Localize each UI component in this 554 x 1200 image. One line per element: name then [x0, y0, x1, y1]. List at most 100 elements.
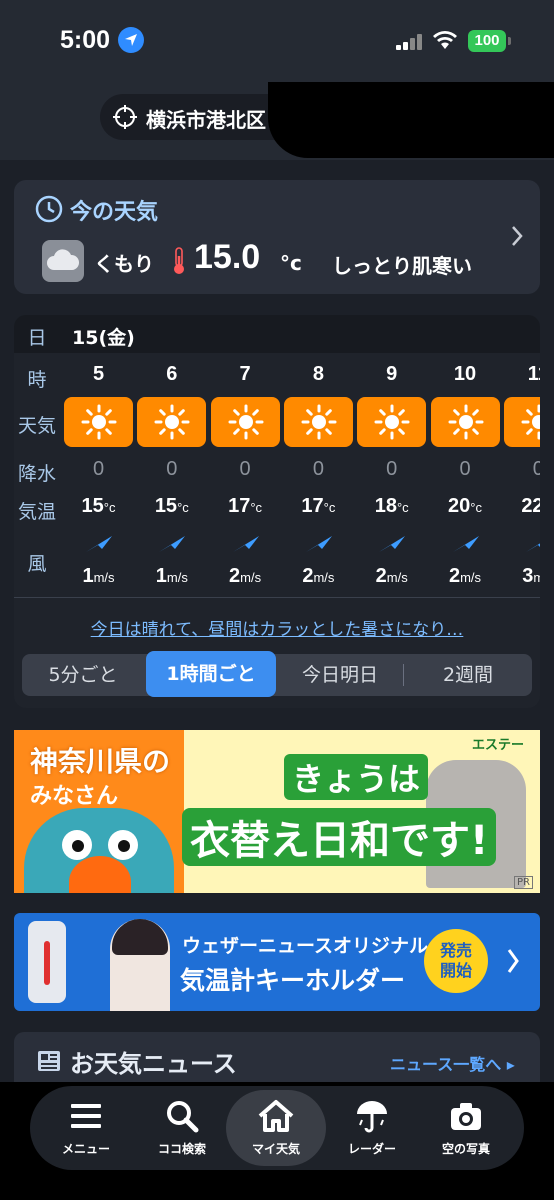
segment-1hour[interactable]: 1時間ごと: [146, 651, 276, 697]
tab-search[interactable]: ココ検索: [134, 1086, 230, 1170]
temperature-value: 17°c: [282, 495, 355, 518]
hour-label: 11: [527, 363, 540, 385]
precipitation-value: 0: [166, 458, 178, 480]
umbrella-icon: [357, 1101, 387, 1133]
hour-column: 9 0 18°c 2m/s: [355, 315, 428, 595]
segment-today-tomorrow[interactable]: 今日明日: [278, 654, 402, 696]
wind-speed-value: 1m/s: [62, 565, 135, 588]
hour-column: 6 0 15°c 1m/s: [135, 315, 208, 595]
tab-bar: メニュー ココ検索 マイ天気 レーダー 空の写真: [30, 1086, 524, 1170]
news-list-link[interactable]: ニュース一覧へ ▸: [390, 1051, 515, 1075]
temperature-number: 17: [301, 495, 324, 517]
sunny-icon: [137, 397, 207, 447]
ad-sub-text: みなさん: [30, 784, 119, 809]
temperature-unit: °c: [103, 500, 116, 515]
mascot-beak: [69, 856, 131, 893]
cloudy-icon: [42, 240, 84, 282]
wind-number: 2: [448, 565, 461, 587]
temperature-number: 15: [81, 495, 104, 517]
sunny-icon: [210, 397, 280, 447]
row-label-temp: 気温: [17, 501, 56, 523]
tab-my-weather[interactable]: マイ天気: [226, 1090, 326, 1166]
tab-label: マイ天気: [251, 1142, 300, 1156]
wind-number: 2: [375, 565, 387, 587]
chevron-right-icon: [510, 224, 524, 252]
wind-speed-value: 2m/s: [429, 565, 502, 588]
precipitation-value: 0: [239, 458, 251, 480]
row-label-wind: 風: [27, 553, 47, 575]
current-condition: くもり: [94, 252, 154, 276]
temperature-value: 15°c: [135, 495, 208, 518]
hour-label: 8: [312, 363, 324, 385]
precipitation-value: 0: [459, 458, 471, 480]
tab-menu[interactable]: メニュー: [38, 1086, 134, 1170]
tab-radar[interactable]: レーダー: [324, 1086, 420, 1170]
hour-label: 10: [453, 363, 477, 385]
temperature-unit: °c: [250, 500, 263, 515]
crosshair-icon: [112, 104, 138, 134]
mascot-image: [24, 808, 174, 893]
current-temperature-unit: °c: [280, 251, 302, 275]
sunny-icon: [503, 397, 540, 447]
ad-headline-1: きょうは: [284, 754, 429, 800]
newspaper-icon: [36, 1048, 62, 1078]
wind-number: 1: [155, 565, 167, 587]
bottom-navigation: メニュー ココ検索 マイ天気 レーダー 空の写真: [0, 1082, 554, 1200]
wind-direction-icon: [377, 533, 407, 559]
wind-unit: m/s: [386, 570, 408, 585]
row-label-hour: 時: [27, 369, 47, 391]
battery-tip: [508, 37, 511, 45]
current-weather-title: 今の天気: [70, 200, 159, 225]
wind-speed-value: 1m/s: [135, 565, 208, 588]
tab-sky-photos[interactable]: 空の写真: [418, 1086, 514, 1170]
hour-column: 5 0 15°c 1m/s: [62, 315, 135, 595]
sunny-icon: [283, 397, 353, 447]
wind-unit: m/s: [313, 570, 335, 585]
segment-5min[interactable]: 5分ごと: [22, 654, 144, 696]
segment-2weeks[interactable]: 2週間: [404, 654, 532, 696]
status-bar: 5:00 100: [0, 0, 554, 80]
location-arrow-icon: [118, 27, 144, 53]
brand-logo: エステー: [472, 738, 525, 753]
forecast-summary-link[interactable]: 今日は晴れて、昼間はカラッとした暑さになり…: [14, 615, 540, 640]
pr-badge: PR: [514, 876, 533, 889]
ad-banner-koromogae[interactable]: 神奈川県の みなさん エステー きょうは 衣替え日和です! PR: [14, 730, 540, 893]
temperature-number: 22: [521, 495, 540, 517]
thermometer-icon: [171, 246, 187, 280]
ad-headline-2: 衣替え日和です!: [182, 808, 497, 866]
temperature-number: 15: [154, 495, 178, 517]
hour-column: 7 0 17°c 2m/s: [209, 315, 282, 595]
tab-label: ココ検索: [157, 1142, 206, 1156]
precipitation-value: 0: [92, 458, 105, 480]
redaction-overlay: [268, 82, 554, 158]
search-icon: [167, 1101, 199, 1133]
wind-direction-icon: [451, 533, 481, 559]
mascot-eye: [108, 830, 138, 860]
wifi-icon: [432, 30, 458, 54]
tab-label: メニュー: [61, 1142, 110, 1156]
sunny-icon: [430, 397, 500, 447]
sunny-icon: [357, 397, 427, 447]
wind-speed-value: 2m/s: [282, 565, 355, 588]
home-icon: [258, 1100, 294, 1132]
temperature-value: 15°c: [62, 495, 135, 518]
temperature-value: 17°c: [209, 495, 282, 518]
wind-speed-value: 2m/s: [209, 565, 282, 588]
hour-label: 7: [239, 363, 251, 385]
release-badge-line1: 発売: [439, 941, 472, 960]
wind-direction-icon: [304, 533, 334, 559]
wind-unit: m/s: [533, 570, 540, 585]
mascot-eye: [62, 830, 92, 860]
temperature-value: 22°c: [502, 495, 540, 518]
news-list-link-label: ニュース一覧へ: [390, 1055, 502, 1074]
ad-prefecture-text: 神奈川県の: [30, 745, 171, 778]
sunny-icon: [64, 397, 133, 447]
keyholder-title: 気温計キーホルダー: [180, 966, 406, 995]
keyholder-banner[interactable]: ウェザーニュースオリジナル 気温計キーホルダー 発売 開始: [14, 913, 540, 1011]
tab-label: レーダー: [347, 1142, 396, 1156]
wind-number: 3: [522, 565, 534, 587]
hour-column: 10 0 20°c 2m/s: [429, 315, 502, 595]
current-weather-card[interactable]: 今の天気 くもり 15.0 °c しっとり肌寒い: [14, 180, 540, 294]
temperature-value: 20°c: [429, 495, 502, 518]
wind-direction-icon: [524, 533, 540, 559]
